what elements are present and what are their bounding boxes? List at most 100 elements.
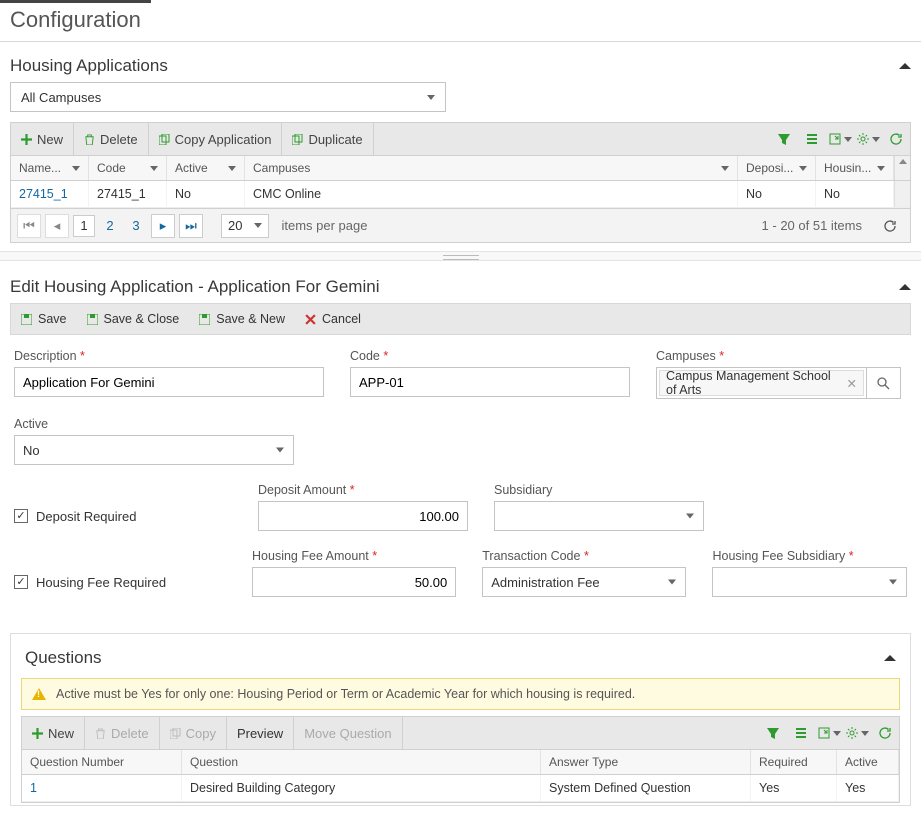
delete-button[interactable]: Delete xyxy=(74,123,149,155)
refresh-icon[interactable] xyxy=(882,123,910,155)
delete-question-button: Delete xyxy=(85,717,160,749)
gear-icon[interactable] xyxy=(843,717,871,749)
questions-grid: Question Number Question Answer Type Req… xyxy=(21,750,900,803)
campuses-label: Campuses * xyxy=(656,349,901,363)
pager-next-button[interactable]: ▸ xyxy=(151,214,175,238)
save-close-button[interactable]: Save & Close xyxy=(77,312,190,326)
row-name-link[interactable]: 27415_1 xyxy=(11,181,89,207)
items-per-page-select[interactable]: 20 xyxy=(221,214,269,238)
col-question-number[interactable]: Question Number xyxy=(30,755,124,769)
deposit-amount-input[interactable] xyxy=(258,501,468,531)
save-button[interactable]: Save xyxy=(11,312,77,326)
apps-section-title: Housing Applications xyxy=(10,56,168,76)
housing-fee-subsidiary-select[interactable] xyxy=(712,567,907,597)
row-code: 27415_1 xyxy=(89,181,167,207)
campuses-multiselect[interactable]: Campus Management School of Arts ✕ xyxy=(656,367,867,399)
col-answer-type[interactable]: Answer Type xyxy=(549,755,618,769)
row-active: No xyxy=(167,181,245,207)
chevron-down-icon[interactable] xyxy=(877,166,885,171)
save-new-button[interactable]: Save & New xyxy=(189,312,295,326)
housing-fee-required-label: Housing Fee Required xyxy=(36,575,166,590)
description-label: Description * xyxy=(14,349,324,363)
campus-filter-value: All Campuses xyxy=(21,90,101,105)
chevron-down-icon xyxy=(427,95,435,100)
filter-icon[interactable] xyxy=(770,123,798,155)
campus-search-button[interactable] xyxy=(867,367,901,399)
chevron-down-icon[interactable] xyxy=(150,166,158,171)
move-question-button: Move Question xyxy=(294,717,402,749)
campus-filter-dropdown[interactable]: All Campuses xyxy=(10,82,446,112)
pager-page-2[interactable]: 2 xyxy=(99,218,121,233)
apps-grid: Name... Code Active Campuses Deposi... H… xyxy=(10,156,911,209)
code-input[interactable] xyxy=(350,367,630,397)
code-label: Code * xyxy=(350,349,630,363)
pager-page-3[interactable]: 3 xyxy=(125,218,147,233)
list-icon[interactable] xyxy=(798,123,826,155)
chevron-down-icon[interactable] xyxy=(228,166,236,171)
active-value: Yes xyxy=(837,775,899,801)
warning-icon xyxy=(32,688,46,700)
apps-pager: ⏮ ◂ 1 2 3 ▸ ⏭ 20 items per page 1 - 20 o… xyxy=(10,209,911,243)
chevron-down-icon[interactable] xyxy=(721,166,729,171)
pager-prev-button[interactable]: ◂ xyxy=(45,214,69,238)
required-value: Yes xyxy=(751,775,837,801)
collapse-edit-icon[interactable] xyxy=(899,284,911,290)
refresh-icon[interactable] xyxy=(876,219,904,233)
col-campuses[interactable]: Campuses xyxy=(253,161,310,175)
chevron-down-icon[interactable] xyxy=(799,166,807,171)
answer-type: System Defined Question xyxy=(541,775,751,801)
chevron-down-icon xyxy=(668,580,676,585)
remove-chip-icon[interactable]: ✕ xyxy=(847,376,857,391)
splitter-handle[interactable] xyxy=(0,251,921,261)
subsidiary-select[interactable] xyxy=(494,501,704,531)
active-select[interactable]: No xyxy=(14,435,294,465)
table-row[interactable]: 1 Desired Building Category System Defin… xyxy=(22,775,899,802)
deposit-required-checkbox[interactable]: Deposit Required xyxy=(14,501,232,531)
pager-summary: 1 - 20 of 51 items xyxy=(762,218,862,233)
transaction-code-label: Transaction Code * xyxy=(482,549,686,563)
campus-chip: Campus Management School of Arts ✕ xyxy=(659,370,864,396)
row-housing: No xyxy=(816,181,894,207)
collapse-questions-icon[interactable] xyxy=(884,655,896,661)
duplicate-button[interactable]: Duplicate xyxy=(282,123,373,155)
cancel-button[interactable]: Cancel xyxy=(295,312,371,326)
grid-scrollbar[interactable] xyxy=(894,156,910,180)
warning-alert: Active must be Yes for only one: Housing… xyxy=(21,678,900,710)
col-required[interactable]: Required xyxy=(759,755,808,769)
copy-application-button[interactable]: Copy Application xyxy=(149,123,283,155)
col-code[interactable]: Code xyxy=(97,161,126,175)
col-name[interactable]: Name... xyxy=(19,161,61,175)
col-active[interactable]: Active xyxy=(175,161,208,175)
refresh-icon[interactable] xyxy=(871,717,899,749)
chevron-down-icon xyxy=(889,580,897,585)
pager-first-button[interactable]: ⏮ xyxy=(17,214,41,238)
col-housing[interactable]: Housin... xyxy=(824,161,871,175)
housing-fee-amount-label: Housing Fee Amount * xyxy=(252,549,456,563)
transaction-code-select[interactable]: Administration Fee xyxy=(482,567,686,597)
questions-section-title: Questions xyxy=(25,648,102,668)
edit-toolbar: Save Save & Close Save & New Cancel xyxy=(10,303,911,335)
table-row[interactable]: 27415_1 27415_1 No CMC Online No No xyxy=(11,181,910,208)
filter-icon[interactable] xyxy=(759,717,787,749)
preview-button[interactable]: Preview xyxy=(227,717,294,749)
chevron-down-icon[interactable] xyxy=(72,166,80,171)
housing-fee-amount-input[interactable] xyxy=(252,567,456,597)
collapse-apps-icon[interactable] xyxy=(899,63,911,69)
question-number-link[interactable]: 1 xyxy=(22,775,182,801)
deposit-amount-label: Deposit Amount * xyxy=(258,483,468,497)
col-deposit[interactable]: Deposi... xyxy=(746,161,793,175)
grid-scrollbar[interactable] xyxy=(894,181,910,207)
deposit-required-label: Deposit Required xyxy=(36,509,136,524)
pager-last-button[interactable]: ⏭ xyxy=(179,214,203,238)
pager-page-1[interactable]: 1 xyxy=(73,215,95,237)
new-button[interactable]: New xyxy=(11,123,74,155)
col-active[interactable]: Active xyxy=(845,755,878,769)
list-icon[interactable] xyxy=(787,717,815,749)
new-question-button[interactable]: New xyxy=(22,717,85,749)
description-input[interactable] xyxy=(14,367,324,397)
export-icon[interactable] xyxy=(826,123,854,155)
gear-icon[interactable] xyxy=(854,123,882,155)
housing-fee-required-checkbox[interactable]: Housing Fee Required xyxy=(14,567,226,597)
col-question[interactable]: Question xyxy=(190,755,238,769)
export-icon[interactable] xyxy=(815,717,843,749)
